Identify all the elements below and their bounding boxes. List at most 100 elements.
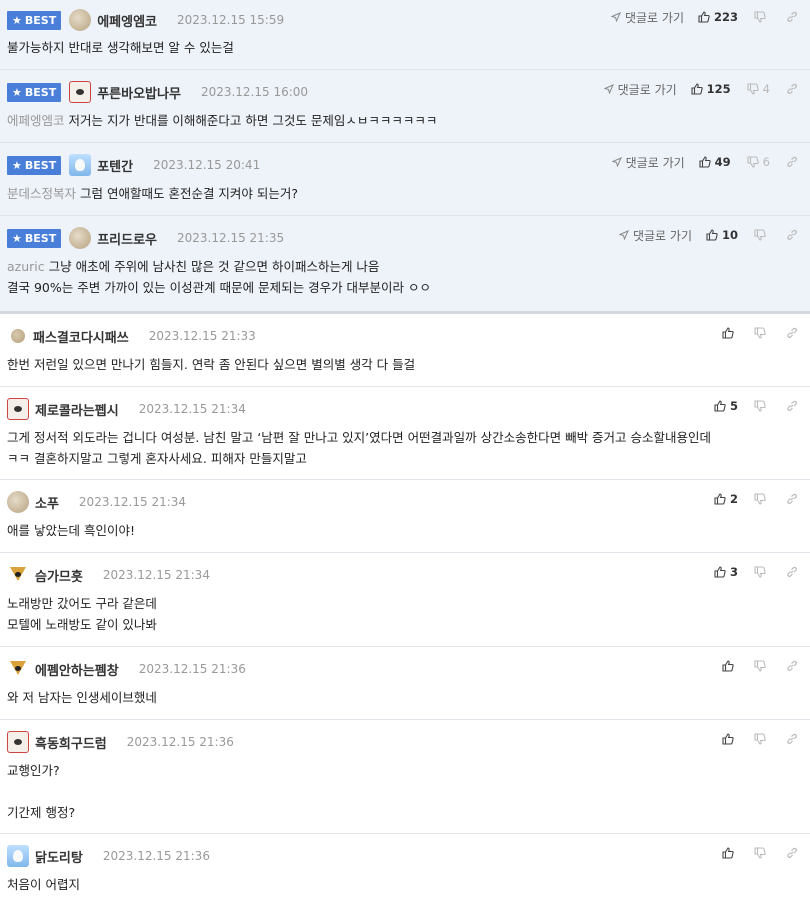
comment-text: 와 저 남자는 인생세이브했네 [7, 690, 157, 705]
link-icon [787, 493, 797, 504]
upvote-button[interactable]: 10 [706, 228, 738, 242]
downvote-button[interactable] [754, 733, 770, 745]
link-icon [787, 229, 797, 240]
link-button[interactable] [786, 847, 798, 859]
upvote-button[interactable] [722, 660, 738, 672]
upvote-button[interactable]: 3 [714, 565, 738, 579]
nickname[interactable]: 에펨안하는펨창 [35, 660, 119, 679]
nickname[interactable]: 소푸 [35, 493, 59, 512]
send-icon [618, 230, 629, 240]
nickname[interactable]: 포텐간 [97, 156, 133, 175]
thumbs-down-icon [747, 83, 759, 95]
send-icon [603, 84, 614, 94]
thumbs-down-icon [754, 733, 766, 745]
thumbs-up-icon [691, 83, 703, 95]
downvote-button[interactable] [754, 229, 770, 241]
link-icon [787, 11, 797, 22]
downvote-button[interactable]: 6 [747, 155, 770, 169]
mention[interactable]: azuric [7, 259, 45, 274]
downvote-button[interactable] [754, 327, 770, 339]
go-to-reply-link[interactable]: 댓글로 가기 [618, 227, 692, 244]
link-icon [787, 733, 797, 744]
nickname[interactable]: 닭도리탕 [35, 847, 83, 866]
best-badge: ★ BEST [7, 10, 62, 30]
thumbs-down-icon [754, 660, 766, 672]
downvote-button[interactable] [754, 493, 770, 505]
timestamp: 2023.12.15 20:41 [153, 158, 261, 172]
timestamp: 2023.12.15 21:33 [148, 329, 256, 343]
nickname[interactable]: 에페엥엠코 [97, 11, 157, 30]
star-icon: ★ [12, 13, 22, 27]
comment-text: 노래방만 갔어도 구라 같은데 모텔에 노래방도 같이 있나봐 [7, 596, 157, 632]
go-to-reply-link[interactable]: 댓글로 가기 [610, 9, 684, 26]
thumbs-up-icon [714, 400, 726, 412]
nickname[interactable]: 제로콜라는펩시 [35, 400, 119, 419]
link-button[interactable] [786, 660, 798, 672]
mention[interactable]: 분데스정복자 [7, 186, 76, 201]
thumbs-down-icon [754, 400, 766, 412]
downvote-count: 6 [762, 155, 770, 169]
link-button[interactable] [786, 156, 798, 168]
nickname[interactable]: 패스결코다시패쓰 [33, 327, 129, 346]
dog-icon [7, 398, 29, 420]
link-icon [787, 83, 797, 94]
downvote-button[interactable] [754, 400, 770, 412]
go-to-reply-link[interactable]: 댓글로 가기 [611, 154, 685, 171]
upvote-button[interactable] [722, 847, 738, 859]
link-button[interactable] [786, 733, 798, 745]
link-button[interactable] [786, 11, 798, 23]
best-badge: ★ BEST [7, 155, 62, 175]
thumbs-up-icon [722, 660, 734, 672]
downvote-count: 4 [762, 82, 770, 96]
mention[interactable]: 에페엥엠코 [7, 113, 65, 128]
downvote-button[interactable]: 4 [747, 82, 770, 96]
upvote-count: 10 [721, 228, 738, 242]
dot-icon [11, 329, 25, 343]
timestamp: 2023.12.15 21:34 [78, 495, 187, 509]
upvote-button[interactable] [722, 327, 738, 339]
nickname[interactable]: 흑동희구드럼 [35, 733, 107, 752]
timestamp: 2023.12.15 21:34 [102, 568, 210, 582]
thumbs-up-icon [722, 733, 734, 745]
upvote-button[interactable]: 223 [698, 10, 738, 24]
upvote-button[interactable]: 49 [699, 155, 731, 169]
link-button[interactable] [786, 493, 798, 505]
best-comment: ★ BEST 포텐간 2023.12.15 20:41 댓글로 가기 49 6 분… [0, 143, 810, 216]
comment-text: 한번 저런일 있으면 만나기 힘들지. 연락 좀 안된다 싶으면 별의별 생각 … [7, 357, 416, 372]
downvote-button[interactable] [754, 11, 770, 23]
timestamp: 2023.12.15 21:34 [138, 402, 246, 416]
thumbs-up-icon [706, 229, 718, 241]
go-to-reply-link[interactable]: 댓글로 가기 [603, 81, 677, 98]
pebble-icon [69, 227, 92, 249]
nickname[interactable]: 푸른바오밥나무 [97, 83, 181, 102]
penguin-icon [69, 154, 92, 176]
thumbs-down-icon [754, 11, 766, 23]
comment-text: 처음이 어렵지 [7, 877, 80, 892]
timestamp: 2023.12.15 21:36 [102, 849, 210, 863]
nickname[interactable]: 슴가므흣 [35, 566, 83, 585]
link-button[interactable] [786, 566, 798, 578]
upvote-button[interactable] [722, 733, 738, 745]
downvote-button[interactable] [754, 566, 770, 578]
downvote-button[interactable] [754, 660, 770, 672]
dog-icon [69, 81, 92, 103]
comment: 소푸 2023.12.15 21:34 2 애를 낳았는데 흑인이야! [0, 480, 810, 553]
upvote-button[interactable]: 5 [714, 399, 738, 413]
upvote-count: 49 [714, 155, 731, 169]
upvote-button[interactable]: 2 [714, 492, 738, 506]
downvote-button[interactable] [754, 847, 770, 859]
upvote-button[interactable]: 125 [691, 82, 731, 96]
link-button[interactable] [786, 400, 798, 412]
timestamp: 2023.12.15 16:00 [200, 85, 309, 99]
send-icon [610, 12, 621, 22]
link-button[interactable] [786, 83, 798, 95]
comment-text: 불가능하지 반대로 생각해보면 알 수 있는걸 [7, 40, 234, 55]
best-comment: ★ BEST 에페엥엠코 2023.12.15 15:59 댓글로 가기 223 … [0, 0, 810, 70]
nickname[interactable]: 프리드로우 [97, 229, 157, 248]
star-icon: ★ [12, 85, 22, 99]
star-icon: ★ [12, 158, 22, 172]
thumbs-down-icon [754, 229, 766, 241]
link-button[interactable] [786, 327, 798, 339]
comment-text: 에페엥엠코 저거는 지가 반대를 이해해준다고 하면 그것도 문제임ㅅㅂㅋㅋㅋㅋㅋ… [7, 113, 438, 128]
link-button[interactable] [786, 229, 798, 241]
